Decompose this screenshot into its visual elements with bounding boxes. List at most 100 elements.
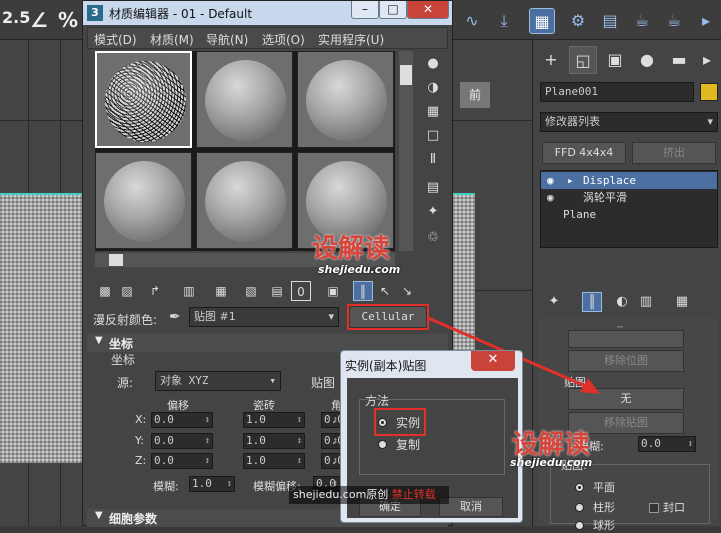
pin-stack-icon[interactable]: ✦ [544,292,564,312]
tiling-x-spinner[interactable]: 1.0 [243,412,305,428]
cylindrical-radio[interactable] [575,503,584,512]
sphere [205,161,286,242]
cap-checkbox[interactable] [649,503,659,513]
watermark-strip-site: shejiedu.com原创 [293,488,389,501]
stack-item-plane[interactable]: Plane [541,206,717,223]
utilities-tab-icon[interactable]: ▸ [693,46,721,74]
extrude-button[interactable]: 挤出 [632,142,716,164]
stack-item-displace[interactable]: ◉ ▸ Displace [541,172,717,189]
motion-tab-icon[interactable]: ● [633,46,661,74]
background-icon[interactable]: ▦ [422,101,444,123]
get-material-icon[interactable]: ▩ [95,281,115,301]
dialog-close-button[interactable]: ✕ [471,351,515,371]
configure-sets-icon[interactable]: ▦ [672,292,692,312]
source-dropdown[interactable]: 对象 XYZ ▾ [155,371,281,391]
render-frame-icon[interactable]: ▤ [597,8,623,34]
planar-radio[interactable] [575,483,584,492]
show-end-result-icon[interactable]: ║ [582,292,602,312]
snap-toggle-icon[interactable]: 2.5 [2,8,30,27]
tiling-z-spinner[interactable]: 1.0 [243,453,305,469]
reset-map-icon[interactable]: ▥ [179,281,199,301]
material-editor-titlebar[interactable]: 3 材质编辑器 - 01 - Default – □ ✕ [83,1,452,25]
eye-icon[interactable]: ◉ [547,172,554,189]
close-button[interactable]: ✕ [407,1,449,19]
ffd-button[interactable]: FFD 4x4x4 [542,142,626,164]
stack-item-turbosmooth[interactable]: ◉ 涡轮平滑 [541,189,717,206]
sample-slot-4[interactable] [95,152,192,249]
scroll-thumb[interactable] [109,254,123,266]
angle-z-spinner[interactable]: 0.0 [321,453,344,469]
angle-x-spinner[interactable]: 0.0 [321,412,344,428]
offset-y-spinner[interactable]: 0.0 [151,433,213,449]
options-icon[interactable]: ✦ [422,201,444,223]
menu-mode[interactable]: 模式(D) [94,31,137,48]
eye-icon[interactable]: ◉ [547,189,554,206]
chevron-down-icon: ▾ [707,115,713,128]
object-color-swatch[interactable] [700,83,718,101]
sample-slot-1[interactable] [95,51,192,148]
stack-item-label: Plane [563,208,597,221]
object-name-field[interactable]: Plane001 [540,82,694,102]
show-shaded-icon[interactable]: ▣ [323,281,343,301]
make-copy-icon[interactable]: ▦ [211,281,231,301]
make-unique-icon[interactable]: ◐ [612,292,632,312]
menu-options[interactable]: 选项(O) [262,31,305,48]
select-by-material-icon[interactable]: ♲ [422,227,444,249]
menu-utilities[interactable]: 实用程序(U) [318,31,384,48]
remove-modifier-icon[interactable]: ▥ [636,292,656,312]
menu-material[interactable]: 材质(M) [150,31,194,48]
watermark-strip: shejiedu.com原创 禁止转载 [289,486,449,504]
make-preview-icon[interactable]: ▤ [422,177,444,199]
max-app-icon: 3 [87,5,103,21]
go-forward-sibling-icon[interactable]: ↘ [397,281,417,301]
save-to-library-icon[interactable]: ▤ [267,281,287,301]
sample-slot-3[interactable] [297,51,394,148]
schematic-icon[interactable]: ⤓ [491,8,517,34]
slots-vertical-scrollbar[interactable] [399,51,413,251]
material-editor-icon[interactable]: ▦ [529,8,555,34]
angle-snap-icon[interactable]: ∠ [30,8,48,32]
maximize-button[interactable]: □ [379,1,407,19]
blur-spinner[interactable]: 0.0 [638,436,696,452]
blur-spinner[interactable]: 1.0 [189,476,235,492]
render-icon[interactable]: ☕ [629,8,655,34]
percent-snap-icon[interactable]: % [58,8,78,32]
menu-navigation[interactable]: 导航(N) [206,31,248,48]
curve-editor-icon[interactable]: ∿ [459,8,485,34]
go-to-parent-icon[interactable]: ↖ [375,281,395,301]
scroll-thumb[interactable] [400,65,412,85]
modify-tab-icon[interactable]: ◱ [569,46,597,74]
render-setup-icon[interactable]: ⚙ [565,8,591,34]
render-more-icon[interactable]: ▸ [693,8,719,34]
modifier-list-dropdown[interactable]: 修改器列表 ▾ [540,112,718,132]
create-tab-icon[interactable]: + [537,46,565,74]
sample-slot-2[interactable] [196,51,293,148]
render-production-icon[interactable]: ☕ [661,8,687,34]
uv-tiling-icon[interactable]: □ [422,125,444,147]
display-tab-icon[interactable]: ▬ [665,46,693,74]
angle-y-spinner[interactable]: 0.0 [321,433,344,449]
hierarchy-tab-icon[interactable]: ▣ [601,46,629,74]
assign-to-selection-icon[interactable]: ↱ [145,281,165,301]
sample-slots [95,51,395,251]
eyedropper-icon[interactable]: ✒ [169,309,181,325]
show-end-result-icon[interactable]: ║ [353,281,373,301]
expand-arrow-icon[interactable]: ▸ [567,172,574,189]
minimize-button[interactable]: – [351,1,379,19]
offset-x-spinner[interactable]: 0.0 [151,412,213,428]
copy-radio[interactable] [378,440,387,449]
modifier-list-label: 修改器列表 [545,115,600,128]
tiling-y-spinner[interactable]: 1.0 [243,433,305,449]
backlight-icon[interactable]: ◑ [422,77,444,99]
video-color-check-icon[interactable]: Ⅱ [422,149,444,171]
sphere [306,60,387,141]
offset-z-spinner[interactable]: 0.0 [151,453,213,469]
coords-subheader: 坐标 [111,353,136,367]
sample-slot-5[interactable] [196,152,293,249]
material-id-icon[interactable]: 0 [291,281,311,301]
put-to-scene-icon[interactable]: ▨ [117,281,137,301]
sample-type-icon[interactable]: ● [422,53,444,75]
map-name-field[interactable]: 贴图 #1 ▾ [189,307,339,327]
source-value: 对象 XYZ [160,374,209,387]
make-unique-icon[interactable]: ▧ [241,281,261,301]
